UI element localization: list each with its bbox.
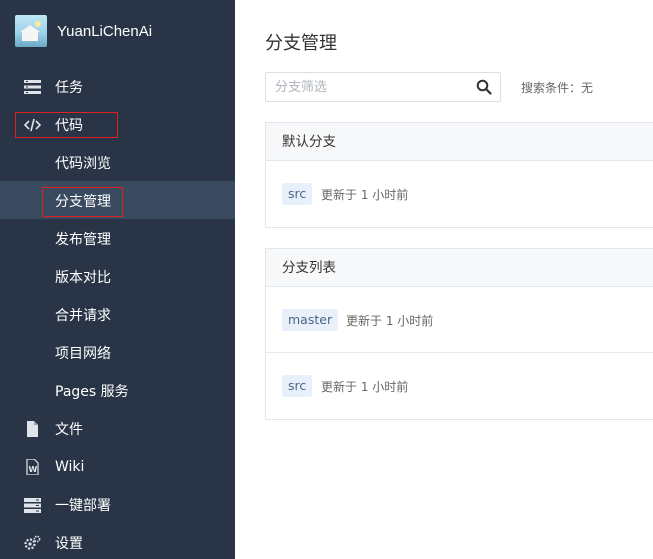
branch-name-tag[interactable]: src — [282, 375, 313, 397]
sidebar-subitem-label: Pages 服务 — [55, 384, 129, 400]
sidebar-subitem-release-manage[interactable]: 发布管理 — [0, 219, 235, 257]
branch-updated-time: 更新于 1 小时前 — [321, 188, 409, 202]
branch-search-box[interactable] — [265, 72, 501, 102]
branch-name-tag[interactable]: src — [282, 183, 313, 205]
branch-filter-input[interactable] — [275, 78, 465, 96]
branch-updated-time: 更新于 1 小时前 — [321, 380, 409, 394]
sidebar-item-files[interactable]: 文件 — [0, 410, 235, 448]
svg-text:W: W — [29, 465, 38, 474]
sidebar-item-wiki[interactable]: W Wiki — [0, 448, 235, 486]
sidebar: YuanLiChenAi 任务 代码 代码浏览 分支管理 发布管理 版本对比 合… — [0, 0, 235, 559]
task-list-icon — [24, 79, 41, 95]
sidebar-item-label: Wiki — [55, 459, 85, 475]
highlight-box-code — [15, 112, 118, 138]
main-content: 分支管理 搜索条件：无 默认分支 src 更新于 1 小时前 分支列表 mast… — [235, 0, 653, 559]
search-condition-text: 搜索条件：无 — [521, 81, 594, 95]
sidebar-item-label: 任务 — [55, 80, 83, 96]
branch-updated-time: 更新于 1 小时前 — [346, 314, 434, 328]
page-title: 分支管理 — [265, 33, 337, 54]
file-icon — [24, 421, 41, 437]
gear-icon — [24, 535, 41, 551]
sidebar-subitem-version-compare[interactable]: 版本对比 — [0, 257, 235, 295]
search-icon[interactable] — [476, 79, 492, 95]
sidebar-subitem-label: 合并请求 — [55, 308, 111, 324]
branch-list-panel: 分支列表 master 更新于 1 小时前 src 更新于 1 小时前 — [265, 248, 653, 420]
sidebar-item-settings[interactable]: 设置 — [0, 524, 235, 559]
sidebar-item-label: 文件 — [55, 422, 83, 438]
sidebar-subitem-label: 版本对比 — [55, 270, 111, 286]
default-branch-panel: 默认分支 src 更新于 1 小时前 — [265, 122, 653, 228]
deploy-icon — [24, 497, 41, 513]
sidebar-subitem-project-network[interactable]: 项目网络 — [0, 333, 235, 371]
highlight-box-branch-manage — [42, 187, 123, 217]
sidebar-item-tasks[interactable]: 任务 — [0, 68, 235, 106]
sidebar-item-label: 一键部署 — [55, 498, 111, 514]
sidebar-subitem-label: 代码浏览 — [55, 156, 111, 172]
project-avatar — [15, 15, 47, 47]
sidebar-item-deploy[interactable]: 一键部署 — [0, 486, 235, 524]
sidebar-subitem-merge-requests[interactable]: 合并请求 — [0, 295, 235, 333]
branch-name-tag[interactable]: master — [282, 309, 339, 331]
sidebar-subitem-code-browse[interactable]: 代码浏览 — [0, 143, 235, 181]
sidebar-subitem-label: 项目网络 — [55, 346, 111, 362]
sidebar-subitem-label: 发布管理 — [55, 232, 111, 248]
panel-header: 分支列表 — [266, 249, 653, 287]
branch-row: src 更新于 1 小时前 — [266, 161, 653, 227]
branch-row: src 更新于 1 小时前 — [266, 353, 653, 419]
sidebar-subitem-pages-service[interactable]: Pages 服务 — [0, 371, 235, 409]
panel-header: 默认分支 — [266, 123, 653, 161]
branch-row: master 更新于 1 小时前 — [266, 287, 653, 353]
project-header[interactable]: YuanLiChenAi — [15, 15, 152, 47]
sidebar-item-label: 设置 — [55, 536, 83, 552]
wiki-icon: W — [24, 458, 41, 476]
project-name: YuanLiChenAi — [57, 22, 153, 40]
